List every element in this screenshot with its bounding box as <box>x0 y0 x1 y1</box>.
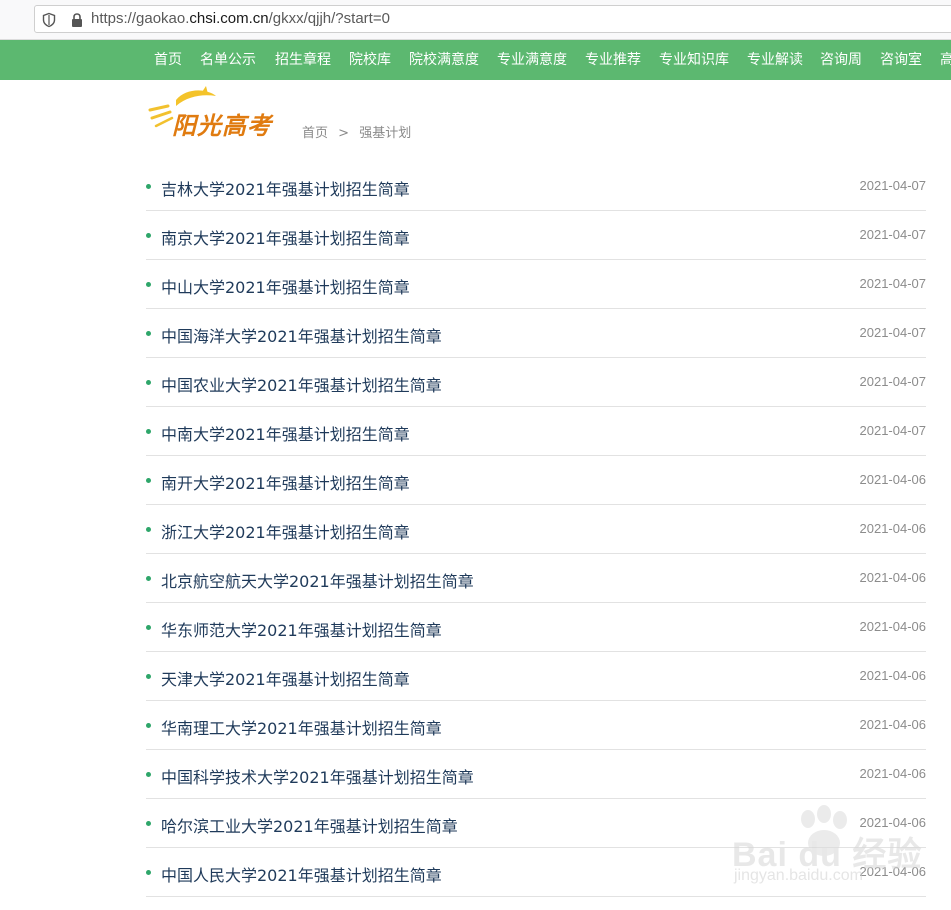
list-item-date: 2021-04-07 <box>859 178 927 193</box>
bullet-icon <box>146 478 151 483</box>
list-item-title[interactable]: 北京航空航天大学2021年强基计划招生简章 <box>161 568 474 592</box>
list-item: 中国农业大学2021年强基计划招生简章 2021-04-07 <box>146 358 926 407</box>
url-field[interactable]: https://gaokao.chsi.com.cn/gkxx/qjjh/?st… <box>34 5 951 33</box>
nav-item-school-library[interactable]: 院校库 <box>349 40 391 80</box>
baidu-jingyan-watermark: Bai du 经验 jingyan.baidu.com <box>728 805 943 900</box>
list-item-title[interactable]: 哈尔滨工业大学2021年强基计划招生简章 <box>161 813 458 837</box>
list-item-date: 2021-04-06 <box>859 766 927 781</box>
nav-item-home[interactable]: 首页 <box>154 40 182 80</box>
main-nav: 首页 名单公示 招生章程 院校库 院校满意度 专业满意度 专业推荐 专业知识库 … <box>0 40 951 80</box>
list-item-date: 2021-04-07 <box>859 374 927 389</box>
nav-item-major-recommend[interactable]: 专业推荐 <box>585 40 641 80</box>
list-item-date: 2021-04-07 <box>859 423 927 438</box>
breadcrumb-separator: > <box>338 126 350 141</box>
bullet-icon <box>146 625 151 630</box>
list-item-title[interactable]: 中国农业大学2021年强基计划招生简章 <box>161 372 442 396</box>
watermark-url: jingyan.baidu.com <box>734 867 863 884</box>
list-item: 中国海洋大学2021年强基计划招生简章 2021-04-07 <box>146 309 926 358</box>
url-host: chsi.com.cn <box>189 10 269 27</box>
bullet-icon <box>146 282 151 287</box>
breadcrumb: 首页 > 强基计划 <box>302 122 417 141</box>
list-item-title[interactable]: 中国海洋大学2021年强基计划招生简章 <box>161 323 442 347</box>
browser-address-bar: https://gaokao.chsi.com.cn/gkxx/qjjh/?st… <box>0 0 951 40</box>
bullet-icon <box>146 821 151 826</box>
list-item: 中山大学2021年强基计划招生简章 2021-04-07 <box>146 260 926 309</box>
site-logo[interactable]: 阳光高考 <box>146 86 286 140</box>
bullet-icon <box>146 380 151 385</box>
lock-icon[interactable] <box>69 12 85 28</box>
list-item-date: 2021-04-07 <box>859 227 927 242</box>
shield-icon[interactable] <box>41 12 57 28</box>
list-item-title[interactable]: 中山大学2021年强基计划招生简章 <box>161 274 410 298</box>
nav-item-more[interactable]: 高 <box>940 40 951 80</box>
list-item: 南京大学2021年强基计划招生简章 2021-04-07 <box>146 211 926 260</box>
list-item-title[interactable]: 天津大学2021年强基计划招生简章 <box>161 666 410 690</box>
breadcrumb-current: 强基计划 <box>359 126 412 141</box>
list-item: 华南理工大学2021年强基计划招生简章 2021-04-06 <box>146 701 926 750</box>
list-item: 北京航空航天大学2021年强基计划招生简章 2021-04-06 <box>146 554 926 603</box>
url-text[interactable]: https://gaokao.chsi.com.cn/gkxx/qjjh/?st… <box>91 10 390 27</box>
list-item-title[interactable]: 浙江大学2021年强基计划招生简章 <box>161 519 410 543</box>
list-item-title[interactable]: 南京大学2021年强基计划招生简章 <box>161 225 410 249</box>
list-item-date: 2021-04-07 <box>859 325 927 340</box>
bullet-icon <box>146 674 151 679</box>
bullet-icon <box>146 870 151 875</box>
list-item: 浙江大学2021年强基计划招生简章 2021-04-06 <box>146 505 926 554</box>
bullet-icon <box>146 772 151 777</box>
nav-item-major-interpret[interactable]: 专业解读 <box>747 40 803 80</box>
list-item-date: 2021-04-07 <box>859 276 927 291</box>
list-item-date: 2021-04-06 <box>859 717 927 732</box>
list-item-date: 2021-04-06 <box>859 570 927 585</box>
bullet-icon <box>146 527 151 532</box>
list-item: 华东师范大学2021年强基计划招生简章 2021-04-06 <box>146 603 926 652</box>
list-item-title[interactable]: 华南理工大学2021年强基计划招生简章 <box>161 715 442 739</box>
bullet-icon <box>146 184 151 189</box>
list-item: 中南大学2021年强基计划招生简章 2021-04-07 <box>146 407 926 456</box>
bullet-icon <box>146 233 151 238</box>
list-item-title[interactable]: 中国人民大学2021年强基计划招生简章 <box>161 862 442 886</box>
bullet-icon <box>146 723 151 728</box>
list-item: 中国科学技术大学2021年强基计划招生简章 2021-04-06 <box>146 750 926 799</box>
list-item: 吉林大学2021年强基计划招生简章 2021-04-07 <box>146 162 926 211</box>
bullet-icon <box>146 331 151 336</box>
list-item-title[interactable]: 中国科学技术大学2021年强基计划招生简章 <box>161 764 474 788</box>
list-item-date: 2021-04-06 <box>859 668 927 683</box>
bullet-icon <box>146 429 151 434</box>
nav-item-consult-room[interactable]: 咨询室 <box>880 40 922 80</box>
list-item-date: 2021-04-06 <box>859 619 927 634</box>
list-item: 南开大学2021年强基计划招生简章 2021-04-06 <box>146 456 926 505</box>
nav-item-major-knowledge[interactable]: 专业知识库 <box>659 40 729 80</box>
nav-item-school-satisfaction[interactable]: 院校满意度 <box>409 40 479 80</box>
list-item: 天津大学2021年强基计划招生简章 2021-04-06 <box>146 652 926 701</box>
article-list: 吉林大学2021年强基计划招生简章 2021-04-07 南京大学2021年强基计… <box>146 162 926 897</box>
breadcrumb-home[interactable]: 首页 <box>302 126 328 141</box>
nav-item-admission-rules[interactable]: 招生章程 <box>275 40 331 80</box>
url-prefix: https://gaokao. <box>91 10 190 27</box>
list-item-date: 2021-04-06 <box>859 472 927 487</box>
list-item-title[interactable]: 中南大学2021年强基计划招生简章 <box>161 421 410 445</box>
list-item-title[interactable]: 华东师范大学2021年强基计划招生简章 <box>161 617 442 641</box>
url-path: /gkxx/qjjh/?start=0 <box>268 10 390 27</box>
bullet-icon <box>146 576 151 581</box>
nav-item-major-satisfaction[interactable]: 专业满意度 <box>497 40 567 80</box>
nav-item-consult-week[interactable]: 咨询周 <box>820 40 862 80</box>
list-item-title[interactable]: 吉林大学2021年强基计划招生简章 <box>161 176 410 200</box>
nav-item-name-list[interactable]: 名单公示 <box>200 40 256 80</box>
list-item-date: 2021-04-06 <box>859 521 927 536</box>
logo-text: 阳光高考 <box>172 111 272 140</box>
list-item-title[interactable]: 南开大学2021年强基计划招生简章 <box>161 470 410 494</box>
